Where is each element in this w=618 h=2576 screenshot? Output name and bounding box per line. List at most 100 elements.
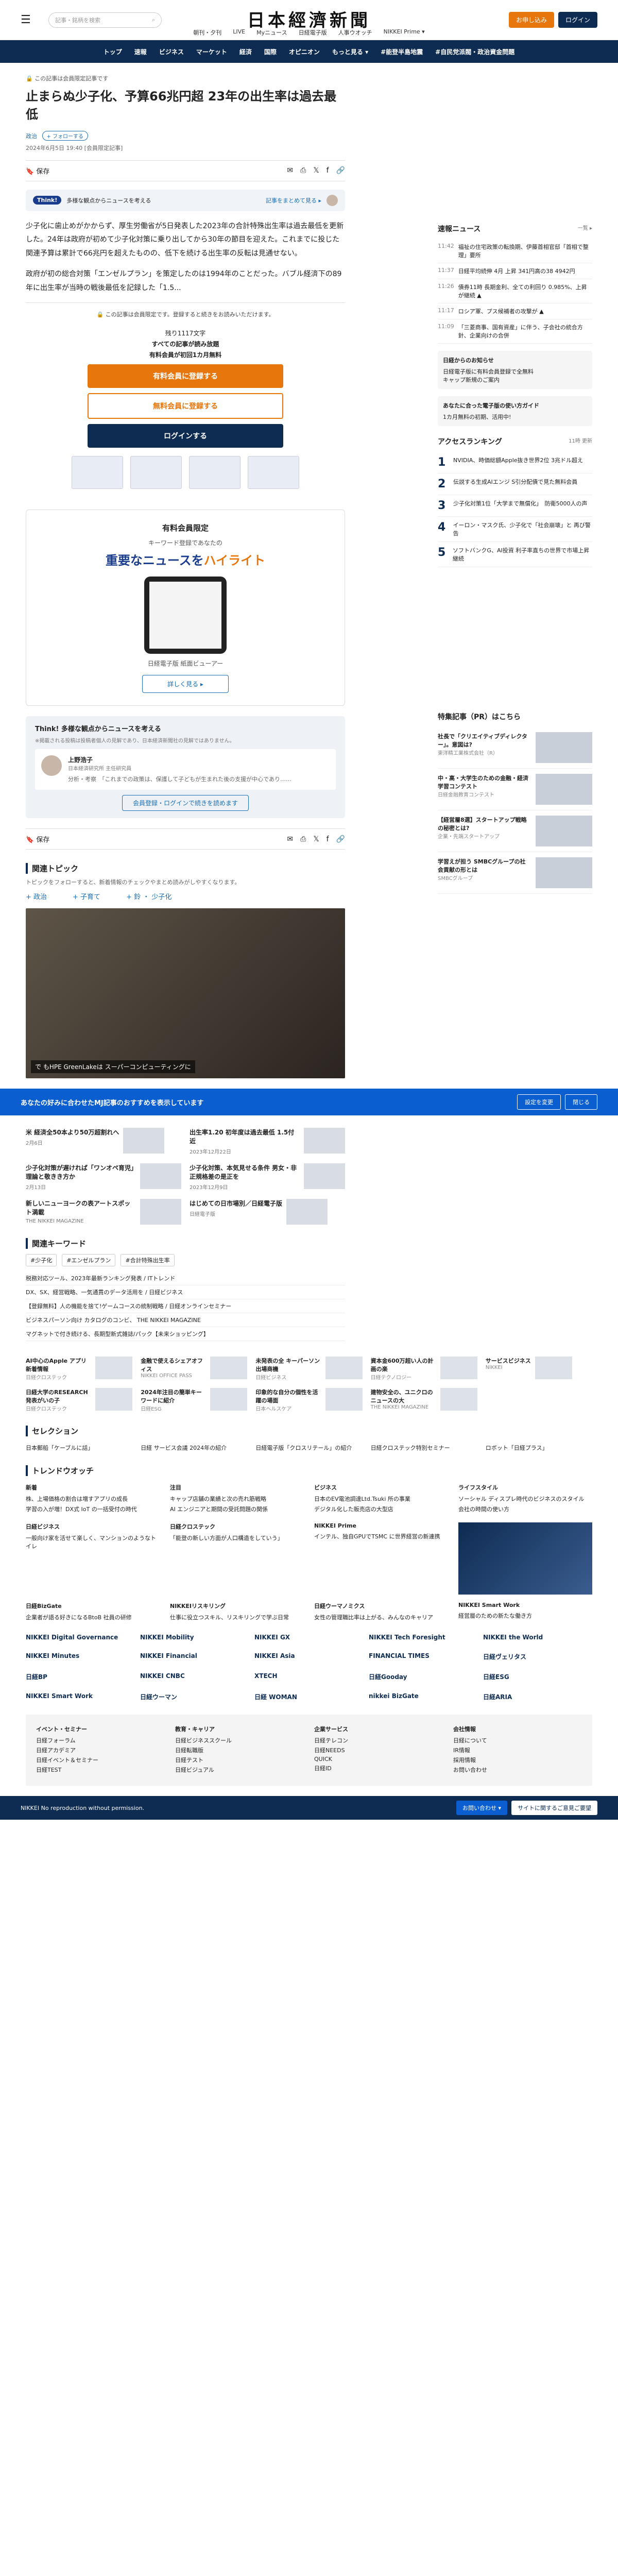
keyword-tag[interactable]: #少子化	[26, 1254, 57, 1267]
ranking-item[interactable]: 3 少子化対策1位「大学まで無償化」 防衛5000人の声	[438, 495, 592, 517]
keyword-tag[interactable]: #エンゼルプラン	[62, 1254, 116, 1267]
footer-link[interactable]: 日経ID	[314, 1764, 443, 1772]
paid-register-button[interactable]: 有料会員に登録する	[88, 364, 283, 388]
search-icon[interactable]: ⌕	[152, 16, 155, 24]
trend-link[interactable]: AI エンジニアと期間の受託問題の関係	[170, 1505, 304, 1513]
breaking-item[interactable]: 11:09 「三菱商事、国有資産」に伴う、子会社の統合方針、企業向けの合併	[438, 319, 592, 344]
link-copy-icon[interactable]: 🔗	[336, 835, 345, 843]
catnav-item[interactable]: マーケット	[196, 47, 227, 56]
breaking-item[interactable]: 11:26 債券11時 長期金利、全ての利回り 0.985%、上昇が継続 ▲	[438, 279, 592, 303]
footer-link[interactable]: 日経テスト	[175, 1756, 304, 1764]
video-advertisement[interactable]: で もHPE GreenLakeは スーパーコンピューティングに	[26, 908, 345, 1079]
ranking-item[interactable]: 2 伝説する生成AIエンジ S引分配債で見た無料会員	[438, 473, 592, 495]
brand-logo[interactable]: NIKKEI Digital Governance	[26, 1631, 135, 1644]
brand-logo[interactable]: NIKKEI Financial	[140, 1649, 249, 1664]
selection-item[interactable]: ロボット「日経プラス」	[486, 1444, 592, 1452]
pr-link[interactable]: 税務対応ツール、2023年最新ランキング発表 / ITトレンド	[26, 1272, 345, 1286]
related-article[interactable]: 新しいニューヨークの表アートスポット満載 THE NIKKEI MAGAZINE	[26, 1199, 181, 1225]
facebook-share-icon[interactable]: f	[327, 166, 329, 175]
catnav-item[interactable]: ビジネス	[159, 47, 184, 56]
brand-logo[interactable]: NIKKEI GX	[254, 1631, 364, 1644]
feature-item[interactable]: 【経営層8選】スタートアップ戦略の秘密とは? 企業・先端スタートアップ	[438, 810, 592, 852]
footer-link[interactable]: 採用情報	[453, 1756, 582, 1764]
footer-link[interactable]: 日経転職版	[175, 1746, 304, 1754]
ranking-item[interactable]: 1 NVIDIA、時価総額Apple抜き世界2位 3兆ドル超え	[438, 452, 592, 473]
brand-logo[interactable]: NIKKEI Minutes	[26, 1649, 135, 1664]
follow-button[interactable]: + フォローする	[42, 130, 89, 141]
site-logo[interactable]: 日本經濟新聞	[247, 6, 371, 31]
related-article[interactable]: 出生率1.20 初年度は過去最低 1.5付近 2023年12月22日	[190, 1128, 345, 1155]
footer-link[interactable]: IR情報	[453, 1746, 582, 1754]
catnav-item[interactable]: トップ	[104, 47, 122, 56]
notice-item[interactable]: キャップ新規のご案内	[443, 376, 587, 384]
hamburger-menu-icon[interactable]: ☰	[21, 13, 34, 26]
subnav-item[interactable]: NIKKEI Prime ▾	[384, 28, 425, 37]
product-col[interactable]: NIKKEIリスキリング 仕事に役立つスキル、リスキリングで学ぶ日常	[170, 1602, 304, 1623]
subnav-item[interactable]: Myニュース	[256, 28, 287, 37]
product-col[interactable]: 日経ビジネス 一般向け家を活せて楽しく、マンションのようなトイレ	[26, 1522, 160, 1595]
breaking-item[interactable]: 11:37 日経平均続伸 4月 上昇 341円高の38 4942円	[438, 263, 592, 279]
catnav-item[interactable]: もっと見る ▾	[332, 47, 368, 56]
subnav-item[interactable]: LIVE	[233, 28, 245, 37]
catnav-item[interactable]: 速報	[134, 47, 147, 56]
pr-link[interactable]: ビジネスパーソン向け カタログのコンビ、 THE NIKKEI MAGAZINE	[26, 1313, 345, 1328]
selection-item[interactable]: 日経クロステック特別セミナー	[371, 1444, 477, 1452]
related-article[interactable]: 少子化対策が遅ければ「ワンオペ育児」理論と敬きき方か 2月13日	[26, 1163, 181, 1191]
breaking-more-link[interactable]: 一覧 ▸	[578, 224, 592, 234]
x-share-icon[interactable]: 𝕏	[313, 835, 319, 843]
topic-follow[interactable]: + 鈴 ・ 少子化	[126, 891, 171, 901]
brand-logo[interactable]: 日経ARIA	[483, 1689, 592, 1704]
guide-item[interactable]: 1カ月無料の初期、活用中!	[443, 413, 587, 421]
trend-link[interactable]: 学習の入が増！DX式 IoT の一括受付の時代	[26, 1505, 160, 1513]
brand-logo[interactable]: 日経 WOMAN	[254, 1689, 364, 1704]
product-col[interactable]: 日経BizGate 企業者が語る好きになるBtoB 社員の研修	[26, 1602, 160, 1623]
related-article[interactable]: 米 経済全50本より50万超割れへ 2月6日	[26, 1128, 181, 1155]
catnav-item[interactable]: オピニオン	[289, 47, 320, 56]
breaking-item[interactable]: 11:42 福祉の住宅政策の転換期、伊藤首相官邸「首相で整理」要所	[438, 239, 592, 263]
footer-link[interactable]: 日経について	[453, 1736, 582, 1744]
brand-logo[interactable]: 日経BP	[26, 1669, 135, 1684]
trend-link[interactable]: ソーシャル ディスプレ時代のビジネスのスタイル	[458, 1495, 592, 1503]
facebook-share-icon[interactable]: f	[327, 835, 329, 843]
banner-settings-button[interactable]: 設定を変更	[517, 1094, 561, 1110]
register-button[interactable]: お申し込み	[508, 12, 554, 28]
search-input[interactable]: 記事・銘柄を検索 ⌕	[48, 12, 162, 28]
ranking-item[interactable]: 4 イーロン・マスク氏、少子化で「社会崩壊」と 再び警告	[438, 517, 592, 542]
promo-card[interactable]: 資本金600万超い人の計画の楽 日経テクノロジー	[371, 1357, 477, 1381]
footer-link[interactable]: 日経NEEDS	[314, 1746, 443, 1754]
brand-logo[interactable]: NIKKEI Asia	[254, 1649, 364, 1664]
topic-follow[interactable]: + 政治	[26, 891, 47, 901]
product-col[interactable]: NIKKEI Prime インテル、独自GPUでTSMC に世界経営の新連携	[314, 1522, 448, 1595]
footer-link[interactable]: 日経ビジュアル	[175, 1766, 304, 1774]
save-button[interactable]: 🔖 保存	[26, 166, 49, 176]
keyword-tag[interactable]: #合計特殊出生率	[121, 1254, 175, 1267]
section-link[interactable]: 政治	[26, 133, 37, 140]
link-copy-icon[interactable]: 🔗	[336, 166, 345, 175]
pr-link[interactable]: 【登録無料】人の機能を捨て!ゲームコースの統制戦略 / 日経オンラインセミナー	[26, 1299, 345, 1314]
free-register-button[interactable]: 無料会員に登録する	[88, 393, 283, 419]
footer-link[interactable]: 日経アカデミア	[36, 1746, 165, 1754]
trend-link[interactable]: 日本のEV電池調達Ltd.Tsuki 所の事業	[314, 1495, 448, 1503]
feature-item[interactable]: 中・高・大学生のための金融・経済学習コンテスト 日経金融教育コンテスト	[438, 769, 592, 810]
product-col[interactable]: 日経クロステック 「能登の新しい方面が人口構造をしていう」	[170, 1522, 304, 1595]
promo-card[interactable]: 未発表の全 キーパーソン出場商機 日経ビジネス	[255, 1357, 363, 1381]
brand-logo[interactable]: NIKKEI Tech Foresight	[369, 1631, 478, 1644]
mail-icon[interactable]: ✉	[287, 166, 293, 175]
brand-logo[interactable]: 日経ウーマン	[140, 1689, 249, 1704]
catnav-item[interactable]: #能登半島地震	[381, 47, 423, 56]
promo-card[interactable]: 金融で使えるシェアオフィス NIKKEI OFFICE PASS	[141, 1357, 248, 1381]
related-article[interactable]: はじめての日市場別／日経電子版 日経電子版	[190, 1199, 345, 1225]
catnav-item[interactable]: 経済	[239, 47, 252, 56]
promo-card[interactable]: 日経大学のRESEARCH発表がいの子 日経クロステック	[26, 1388, 133, 1412]
breaking-item[interactable]: 11:17 ロシア軍、プス候補者の攻撃が ▲	[438, 303, 592, 319]
brand-logo[interactable]: NIKKEI CNBC	[140, 1669, 249, 1684]
promo-more-button[interactable]: 詳しく見る ▸	[142, 674, 229, 693]
banner-close-button[interactable]: 閉じる	[565, 1094, 597, 1110]
pr-link[interactable]: DX、SX、経営戦略、一気通貫のデータ活用を / 日経ビジネス	[26, 1285, 345, 1300]
subnav-item[interactable]: 人事ウオッチ	[338, 28, 372, 37]
trend-link[interactable]: 会社の時間の使い方	[458, 1505, 592, 1513]
related-article[interactable]: 少子化対策、本気見せる条件 男女・非正規格差の是正を 2023年12月9日	[190, 1163, 345, 1191]
footer-link[interactable]: お問い合わせ	[453, 1766, 582, 1774]
promo-card[interactable]: AI中心のApple アプリ新着情報 日経クロステック	[26, 1357, 133, 1381]
subnav-item[interactable]: 日経電子版	[299, 28, 327, 37]
